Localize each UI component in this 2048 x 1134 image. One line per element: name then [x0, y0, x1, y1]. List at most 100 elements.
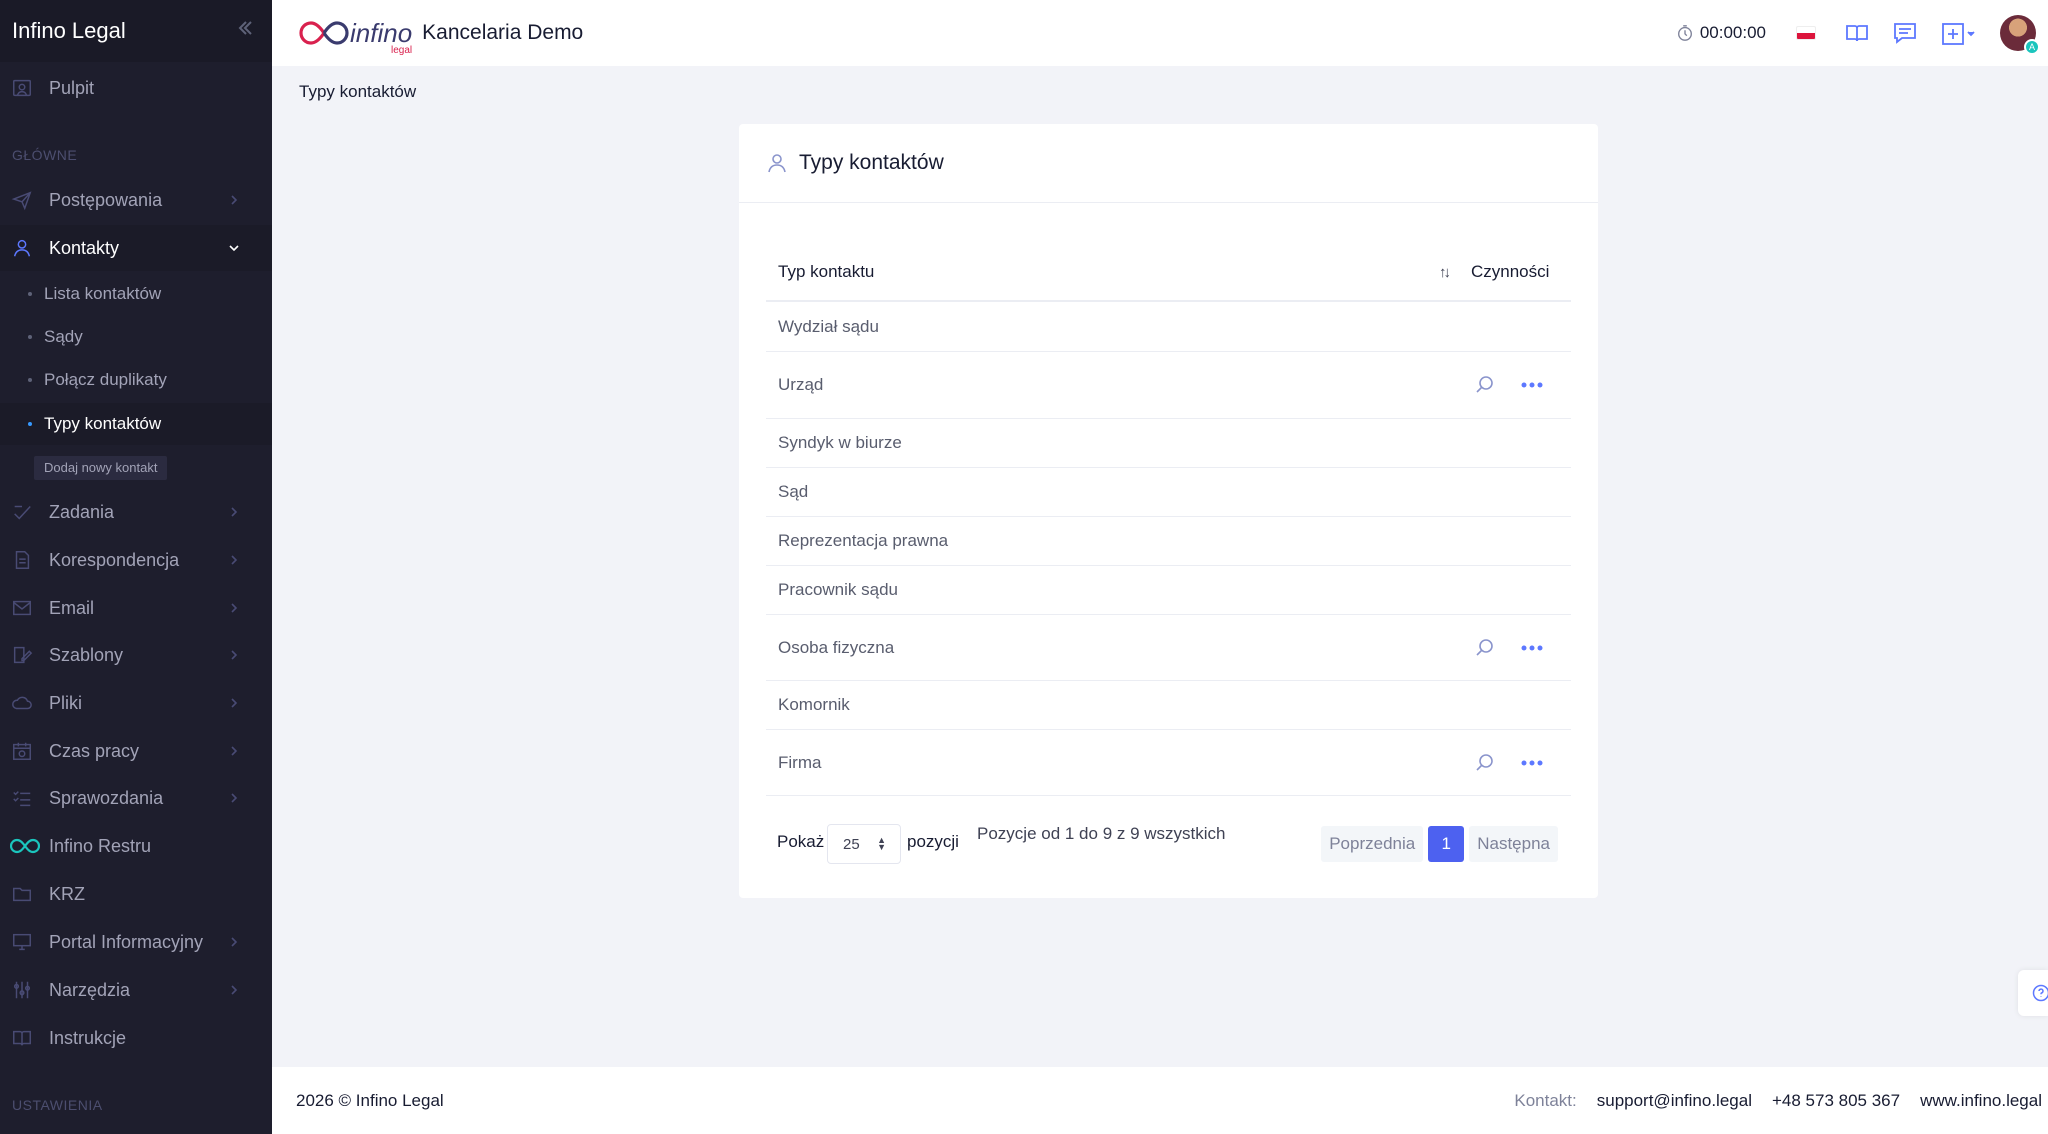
pl-flag-icon[interactable] [1796, 26, 1816, 40]
table-row[interactable]: Komornik [766, 681, 1571, 730]
paper-plane-icon [10, 188, 34, 212]
sidebar-item-label: Kontakty [49, 237, 120, 258]
user-avatar[interactable]: A [2000, 15, 2040, 55]
contact-type-cell: Komornik [778, 695, 850, 714]
sidebar-item-instrukcje[interactable]: Instrukcje [0, 1015, 272, 1061]
sidebar-subitem-typy-kontaktow[interactable]: Typy kontaktów [0, 403, 272, 445]
table-row[interactable]: Sąd [766, 468, 1571, 517]
envelope-icon [10, 596, 34, 620]
bullet-icon [28, 378, 32, 382]
table-row[interactable]: Wydział sądu [766, 303, 1571, 352]
website-link[interactable]: www.infino.legal [1920, 1091, 2042, 1111]
page-footer: 2026 © Infino Legal Kontakt: support@inf… [272, 1067, 2048, 1134]
contact-label: Kontakt: [1514, 1090, 1577, 1110]
support-email-link[interactable]: support@infino.legal [1597, 1091, 1752, 1111]
help-tab[interactable] [2018, 970, 2048, 1016]
column-header-type[interactable]: Typ kontaktu [766, 262, 1439, 282]
sort-icon[interactable]: ↑↓ [1439, 264, 1461, 281]
sidebar-item-narzedzia[interactable]: Narzędzia [0, 967, 272, 1013]
sidebar-item-korespondencja[interactable]: Korespondencja [0, 537, 272, 583]
sidebar-item-infino-restru[interactable]: Infino Restru [0, 823, 272, 869]
search-icon[interactable] [1475, 753, 1495, 773]
sidebar-item-label: Postępowania [49, 189, 163, 210]
collapse-sidebar-icon[interactable] [230, 17, 260, 45]
add-contact-button[interactable]: Dodaj nowy kontakt [34, 456, 168, 480]
contact-type-cell: Syndyk w biurze [778, 433, 902, 452]
sidebar-item-label: Czas pracy [49, 740, 140, 761]
sidebar-item-czas-pracy[interactable]: Czas pracy [0, 728, 272, 774]
table-row[interactable]: Urząd [766, 352, 1571, 419]
bullet-icon [28, 292, 32, 296]
phone-link[interactable]: +48 573 805 367 [1772, 1091, 1900, 1111]
page-title: Typy kontaktów [299, 82, 417, 101]
document-icon [10, 548, 34, 572]
chevron-right-icon [231, 746, 238, 756]
page-size-select[interactable]: 25 ▲ ▼ [827, 824, 901, 864]
search-icon[interactable] [1475, 638, 1495, 658]
chat-icon[interactable] [1892, 20, 1918, 46]
sidebar-item-kontakty[interactable]: Kontakty [0, 225, 272, 271]
footer-contact: Kontakt: support@infino.legal +48 573 80… [1494, 1067, 2042, 1134]
sidebar-item-zadania[interactable]: Zadania [0, 489, 272, 535]
chevron-right-icon [231, 603, 238, 613]
sidebar-item-pliki[interactable]: Pliki [0, 680, 272, 726]
calendar-clock-icon [10, 739, 34, 763]
chevron-right-icon [231, 195, 238, 205]
sidebar-item-pulpit[interactable]: Pulpit [0, 65, 272, 111]
section-main-label: GŁÓWNE [12, 147, 78, 163]
sliders-icon [10, 978, 34, 1002]
sidebar-item-label: Instrukcje [49, 1027, 127, 1048]
table-row[interactable]: Syndyk w biurze [766, 419, 1571, 468]
cloud-icon [10, 691, 34, 715]
section-settings-label: USTAWIENIA [12, 1097, 103, 1113]
sidebar-item-label: Infino Restru [49, 835, 152, 856]
sidebar-item-label: Portal Informacyjny [49, 931, 204, 952]
work-timer[interactable]: 00:00:00 [1676, 23, 1766, 43]
edit-icon [10, 643, 34, 667]
top-header: infino legal Kancelaria Demo 00:00:00 A [272, 0, 2048, 66]
positions-label: pozycji [907, 832, 959, 851]
monitor-icon [10, 930, 34, 954]
table-row[interactable]: Reprezentacja prawna [766, 517, 1571, 566]
search-icon[interactable] [1475, 375, 1495, 395]
quick-add-icon[interactable] [1940, 20, 1978, 46]
sidebar-brand: Infino Legal [0, 0, 272, 62]
app-logo[interactable]: infino legal [298, 18, 412, 56]
page-1-button[interactable]: 1 [1428, 826, 1465, 862]
sidebar-item-szablony[interactable]: Szablony [0, 632, 272, 678]
logo-sub: legal [391, 45, 413, 56]
list-check-icon [10, 786, 34, 810]
sidebar-item-sprawozdania[interactable]: Sprawozdania [0, 775, 272, 821]
sidebar-item-portal-informacyjny[interactable]: Portal Informacyjny [0, 919, 272, 965]
contact-type-cell: Urząd [778, 375, 824, 394]
bullet-icon [28, 335, 32, 339]
previous-page-button[interactable]: Poprzednia [1321, 826, 1424, 862]
sidebar-subitem-lista-kontaktow[interactable]: Lista kontaktów [0, 273, 272, 315]
sidebar-item-krz[interactable]: KRZ [0, 871, 272, 917]
sidebar-subitem-polacz-duplikaty[interactable]: Połącz duplikaty [0, 359, 272, 401]
book-open-icon[interactable] [1844, 20, 1870, 46]
sidebar-subitem-sady[interactable]: Sądy [0, 316, 272, 358]
table-row[interactable]: Osoba fizyczna [766, 615, 1571, 681]
chevron-right-icon [231, 793, 238, 803]
show-label: Pokaż [777, 832, 825, 851]
infinity-logo-icon [299, 21, 349, 45]
table-row[interactable]: Pracownik sądu [766, 566, 1571, 615]
firm-name: Kancelaria Demo [422, 21, 584, 44]
question-icon [2032, 984, 2048, 1002]
chevron-right-icon [231, 555, 238, 565]
sidebar: Infino Legal Pulpit GŁÓWNE Postępowania … [0, 0, 272, 1134]
bullet-icon [28, 422, 32, 426]
more-icon[interactable] [1521, 381, 1543, 389]
table-header: Typ kontaktu ↑↓ Czynności [766, 244, 1571, 302]
more-icon[interactable] [1521, 759, 1543, 767]
sidebar-item-postepowania[interactable]: Postępowania [0, 177, 272, 223]
table-row[interactable]: Firma [766, 730, 1571, 796]
status-icon: A [2024, 39, 2040, 55]
row-actions [1475, 753, 1543, 773]
sidebar-item-email[interactable]: Email [0, 585, 272, 631]
infinity-icon [10, 834, 40, 858]
next-page-button[interactable]: Następna [1469, 826, 1558, 862]
card-header: Typy kontaktów [739, 124, 1598, 203]
more-icon[interactable] [1521, 644, 1543, 652]
